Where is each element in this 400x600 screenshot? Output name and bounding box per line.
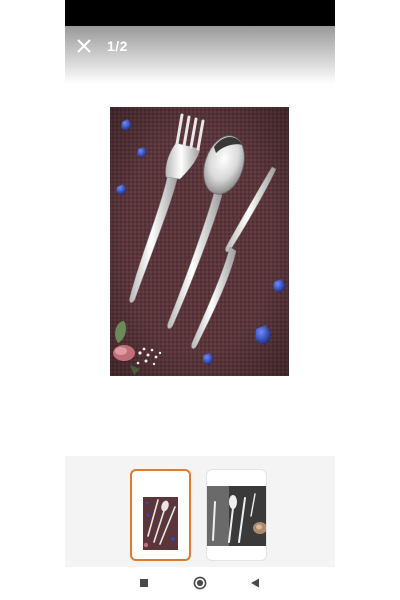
thumbnail-1[interactable] [130, 469, 191, 561]
back-button[interactable] [245, 573, 265, 593]
cutlery-photo [110, 107, 289, 376]
page-counter: 1/2 [107, 38, 128, 54]
thumbnail-2[interactable] [206, 469, 267, 561]
close-button[interactable] [74, 36, 94, 56]
right-margin [335, 0, 400, 600]
image-viewer-toolbar: 1/2 [65, 26, 335, 84]
product-image[interactable] [110, 107, 289, 376]
square-icon [140, 579, 148, 587]
system-navigation-bar [65, 567, 335, 600]
thumbnail-2-image [207, 486, 266, 546]
status-bar [65, 0, 335, 26]
thumbnail-strip [65, 456, 335, 567]
recent-apps-button[interactable] [134, 573, 154, 593]
triangle-back-icon [251, 578, 259, 588]
home-button[interactable] [190, 573, 210, 593]
phone-screen: 1/2 [65, 0, 335, 600]
left-margin [0, 0, 65, 600]
close-icon [77, 39, 91, 53]
thumbnail-1-image [143, 497, 178, 550]
circle-icon [193, 576, 207, 590]
